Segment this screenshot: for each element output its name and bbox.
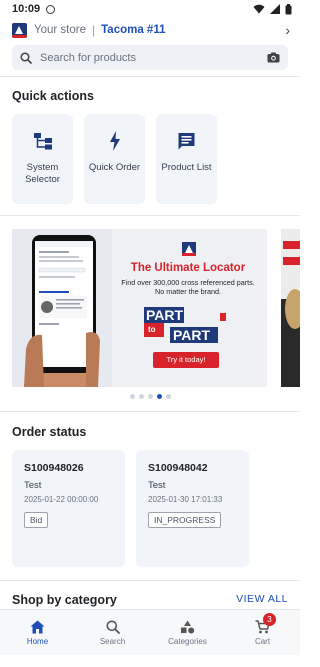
order-card[interactable]: S100948042 Test 2025-01-30 17:01:33 IN_P…	[136, 450, 249, 567]
banner-subtitle: Find over 300,000 cross referenced parts…	[121, 278, 255, 296]
order-id: S100948042	[148, 462, 208, 474]
hierarchy-icon	[33, 133, 52, 150]
search-icon	[20, 51, 32, 64]
store-label: Your store	[34, 24, 86, 36]
home-icon	[30, 620, 45, 633]
signal-icon	[270, 4, 280, 14]
order-date: 2025-01-30 17:01:33	[148, 495, 223, 504]
brand-logo	[12, 22, 27, 38]
divider	[0, 215, 300, 216]
nav-label-home: Home	[26, 636, 49, 646]
quick-actions-title: Quick actions	[12, 89, 94, 103]
order-id: S100948026	[24, 462, 84, 474]
nav-item-cart[interactable]: 3 Cart	[225, 610, 300, 655]
battery-icon	[285, 3, 292, 14]
divider	[0, 76, 300, 77]
categories-icon	[181, 620, 195, 633]
promo-banner[interactable]: The Ultimate Locator Find over 300,000 c…	[12, 229, 267, 387]
logo-text-part-bottom: PART	[173, 327, 211, 343]
lightning-icon	[109, 131, 120, 151]
pager-dot[interactable]	[138, 394, 144, 399]
order-status-title: Order status	[12, 425, 87, 439]
search-input[interactable]: Search for products	[40, 52, 267, 64]
logo-text-to: to	[148, 325, 156, 334]
view-all-link[interactable]: VIEW ALL	[236, 593, 288, 605]
order-date: 2025-01-22 00:00:00	[24, 495, 99, 504]
search-icon	[106, 620, 120, 634]
divider	[0, 580, 300, 581]
try-it-today-button[interactable]: Try it today!	[153, 352, 219, 368]
part-to-part-logo: PART to PART	[140, 305, 240, 345]
logo-text-part-top: PART	[146, 307, 184, 323]
order-name: Test	[148, 480, 166, 491]
store-selector[interactable]: Your store | Tacoma #11 ›	[0, 19, 300, 41]
list-chat-icon	[178, 132, 195, 149]
nav-item-search[interactable]: Search	[75, 610, 150, 655]
nav-label-cart: Cart	[254, 636, 271, 646]
divider	[0, 411, 300, 412]
order-status-badge: Bid	[24, 512, 49, 528]
nav-item-home[interactable]: Home	[0, 610, 75, 655]
chevron-right-icon: ›	[285, 22, 290, 38]
nav-item-categories[interactable]: Categories	[150, 610, 225, 655]
order-name: Test	[24, 480, 42, 491]
quick-action-label: Product List	[161, 162, 212, 173]
banner-title: The Ultimate Locator	[130, 262, 246, 274]
pager-dot[interactable]	[147, 394, 153, 399]
pager-dot[interactable]	[165, 394, 171, 399]
brand-triangle-logo	[182, 242, 196, 256]
camera-icon[interactable]	[267, 52, 280, 63]
quick-action-label: System Selector	[25, 162, 60, 185]
pager-dot[interactable]	[129, 394, 135, 399]
quick-action-label: Quick Order	[88, 162, 141, 173]
search-bar[interactable]: Search for products	[12, 45, 288, 70]
status-bar: 10:09	[0, 0, 300, 18]
nav-label-categories: Categories	[168, 636, 207, 646]
order-status-badge: IN_PROGRESS	[148, 512, 222, 528]
shop-by-category-title: Shop by category	[12, 593, 117, 607]
notification-icon	[46, 4, 56, 14]
bottom-navigation: Home Search Categories 3 Cart	[0, 609, 300, 655]
store-name: Tacoma #11	[101, 24, 166, 36]
order-card[interactable]: S100948026 Test 2025-01-22 00:00:00 Bid	[12, 450, 125, 567]
system-gesture-bar	[0, 655, 300, 667]
quick-action-quick-order[interactable]: Quick Order	[84, 114, 145, 204]
quick-action-product-list[interactable]: Product List	[156, 114, 217, 204]
phone-illustration	[12, 229, 112, 387]
cart-count-badge: 3	[263, 613, 276, 626]
pager-dot-active[interactable]	[156, 394, 162, 399]
nav-label-search: Search	[99, 636, 126, 646]
store-separator: |	[92, 23, 96, 37]
status-time: 10:09	[12, 3, 41, 15]
quick-action-system-selector[interactable]: System Selector	[12, 114, 73, 204]
next-banner-preview[interactable]	[281, 229, 300, 387]
wifi-icon	[253, 4, 265, 14]
banner-pager	[0, 394, 300, 399]
